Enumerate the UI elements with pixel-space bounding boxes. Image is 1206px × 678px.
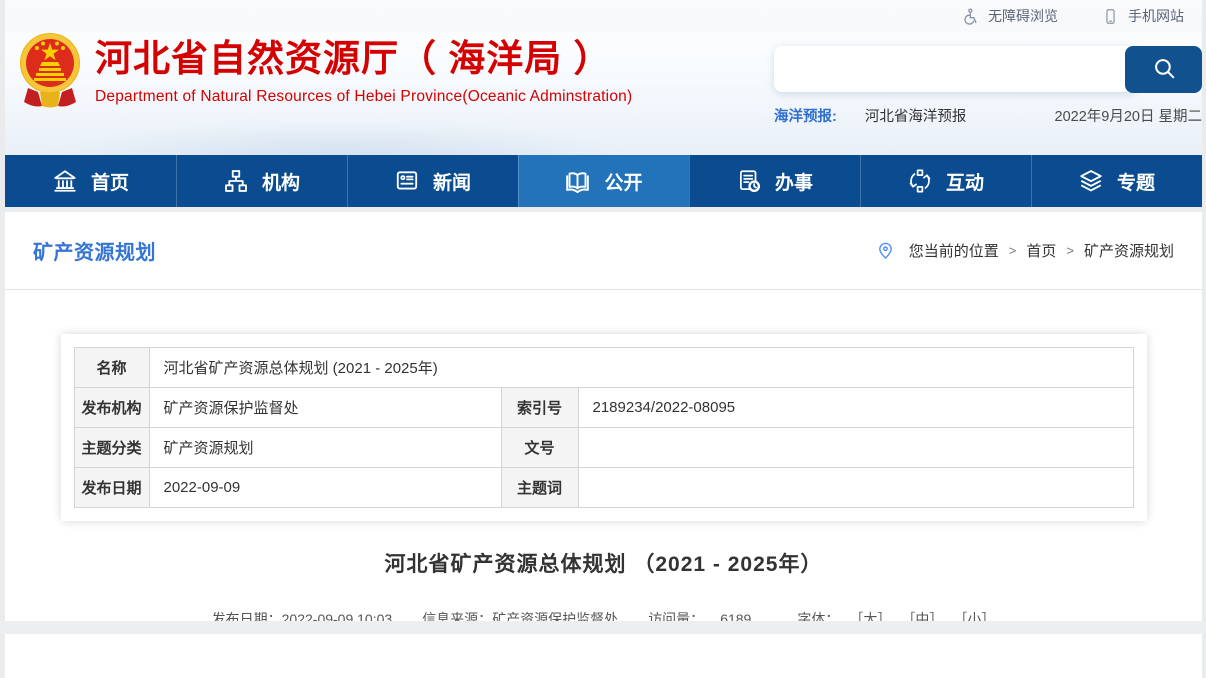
document-info-table: 名称 河北省矿产资源总体规划 (2021 - 2025年) 发布机构 矿产资源保… [74,347,1134,508]
mobile-phone-icon [1102,8,1119,25]
home-building-icon [52,168,78,194]
pubdate-value-cell: 2022-09-09 [149,468,501,508]
nav-label: 公开 [604,168,642,195]
name-label-cell: 名称 [74,348,149,388]
table-row: 名称 河北省矿产资源总体规划 (2021 - 2025年) [74,348,1133,388]
site-brand: 河北省自然资源厅（ 海洋局 ） Department of Natural Re… [95,38,632,106]
article-title: 河北省矿产资源总体规划 （2021 - 2025年） [5,548,1202,578]
mobile-site-label: 手机网站 [1128,6,1184,26]
docnum-value-cell [578,428,1133,468]
mobile-site-link[interactable]: 手机网站 [1102,6,1184,26]
nav-item-home[interactable]: 首页 [5,155,176,207]
document-info-card: 名称 河北省矿产资源总体规划 (2021 - 2025年) 发布机构 矿产资源保… [61,334,1147,521]
accessibility-link[interactable]: 无障碍浏览 [960,6,1058,26]
nav-item-disclosure[interactable]: 公开 [518,155,689,207]
nav-item-news[interactable]: 新闻 [347,155,518,207]
national-emblem [18,30,82,112]
search-icon [1151,55,1177,84]
table-row: 主题分类 矿产资源规划 文号 [74,428,1133,468]
table-row: 发布日期 2022-09-09 主题词 [74,468,1133,508]
index-label-cell: 索引号 [501,388,578,428]
agency-value-cell: 矿产资源保护监督处 [149,388,501,428]
nav-label: 专题 [1117,168,1155,195]
nav-item-interaction[interactable]: 互动 [860,155,1031,207]
forecast-label: 海洋预报: [774,105,837,126]
document-clock-icon [736,168,762,194]
site-subtitle: Department of Natural Resources of Hebei… [95,88,632,106]
table-row: 发布机构 矿产资源保护监督处 索引号 2189234/2022-08095 [74,388,1133,428]
index-value-cell: 2189234/2022-08095 [578,388,1133,428]
pubdate-label-cell: 发布日期 [74,468,149,508]
nav-label: 首页 [91,168,129,195]
breadcrumb: 您当前的位置 > 首页 > 矿产资源规划 [876,240,1174,261]
docnum-label-cell: 文号 [501,428,578,468]
agency-label-cell: 发布机构 [74,388,149,428]
utility-topbar: 无障碍浏览 手机网站 [5,0,1202,32]
breadcrumb-separator: > [1009,243,1017,258]
org-chart-icon [223,168,249,194]
breadcrumb-bar: 矿产资源规划 您当前的位置 > 首页 > 矿产资源规划 [5,212,1202,290]
main-nav: 首页 机构 新闻 [5,155,1202,207]
newspaper-icon [394,168,420,194]
search-bar [774,46,1202,93]
layers-icon [1078,168,1104,194]
nav-item-services[interactable]: 办事 [689,155,860,207]
nav-label: 新闻 [433,168,471,195]
forecast-row: 海洋预报: 河北省海洋预报 2022年9月20日 星期二 [774,105,1202,126]
page-title: 矿产资源规划 [33,236,156,265]
name-value-cell: 河北省矿产资源总体规划 (2021 - 2025年) [149,348,1133,388]
site-header: 无障碍浏览 手机网站 [5,0,1202,155]
nav-label: 办事 [775,168,813,195]
location-pin-icon [876,241,895,260]
nav-item-organization[interactable]: 机构 [176,155,347,207]
interaction-cycle-icon [907,168,933,194]
breadcrumb-current[interactable]: 矿产资源规划 [1084,240,1174,261]
site-title: 河北省自然资源厅（ 海洋局 ） [95,38,632,81]
search-input[interactable] [774,46,1134,92]
open-book-icon [564,168,591,195]
keywords-value-cell [578,468,1133,508]
page-wrapper: 无障碍浏览 手机网站 [5,0,1202,634]
footer-strip [0,621,1206,634]
nav-label: 互动 [946,168,984,195]
forecast-link[interactable]: 河北省海洋预报 [865,105,967,126]
current-date: 2022年9月20日 星期二 [1055,105,1202,126]
accessibility-icon [960,7,979,26]
search-button[interactable] [1125,46,1202,93]
location-label: 您当前的位置 [909,240,999,261]
category-label-cell: 主题分类 [74,428,149,468]
breadcrumb-separator: > [1066,243,1074,258]
breadcrumb-home-link[interactable]: 首页 [1026,240,1056,261]
accessibility-label: 无障碍浏览 [988,6,1058,26]
keywords-label-cell: 主题词 [501,468,578,508]
nav-label: 机构 [262,168,300,195]
nav-item-topics[interactable]: 专题 [1031,155,1202,207]
category-value-cell: 矿产资源规划 [149,428,501,468]
